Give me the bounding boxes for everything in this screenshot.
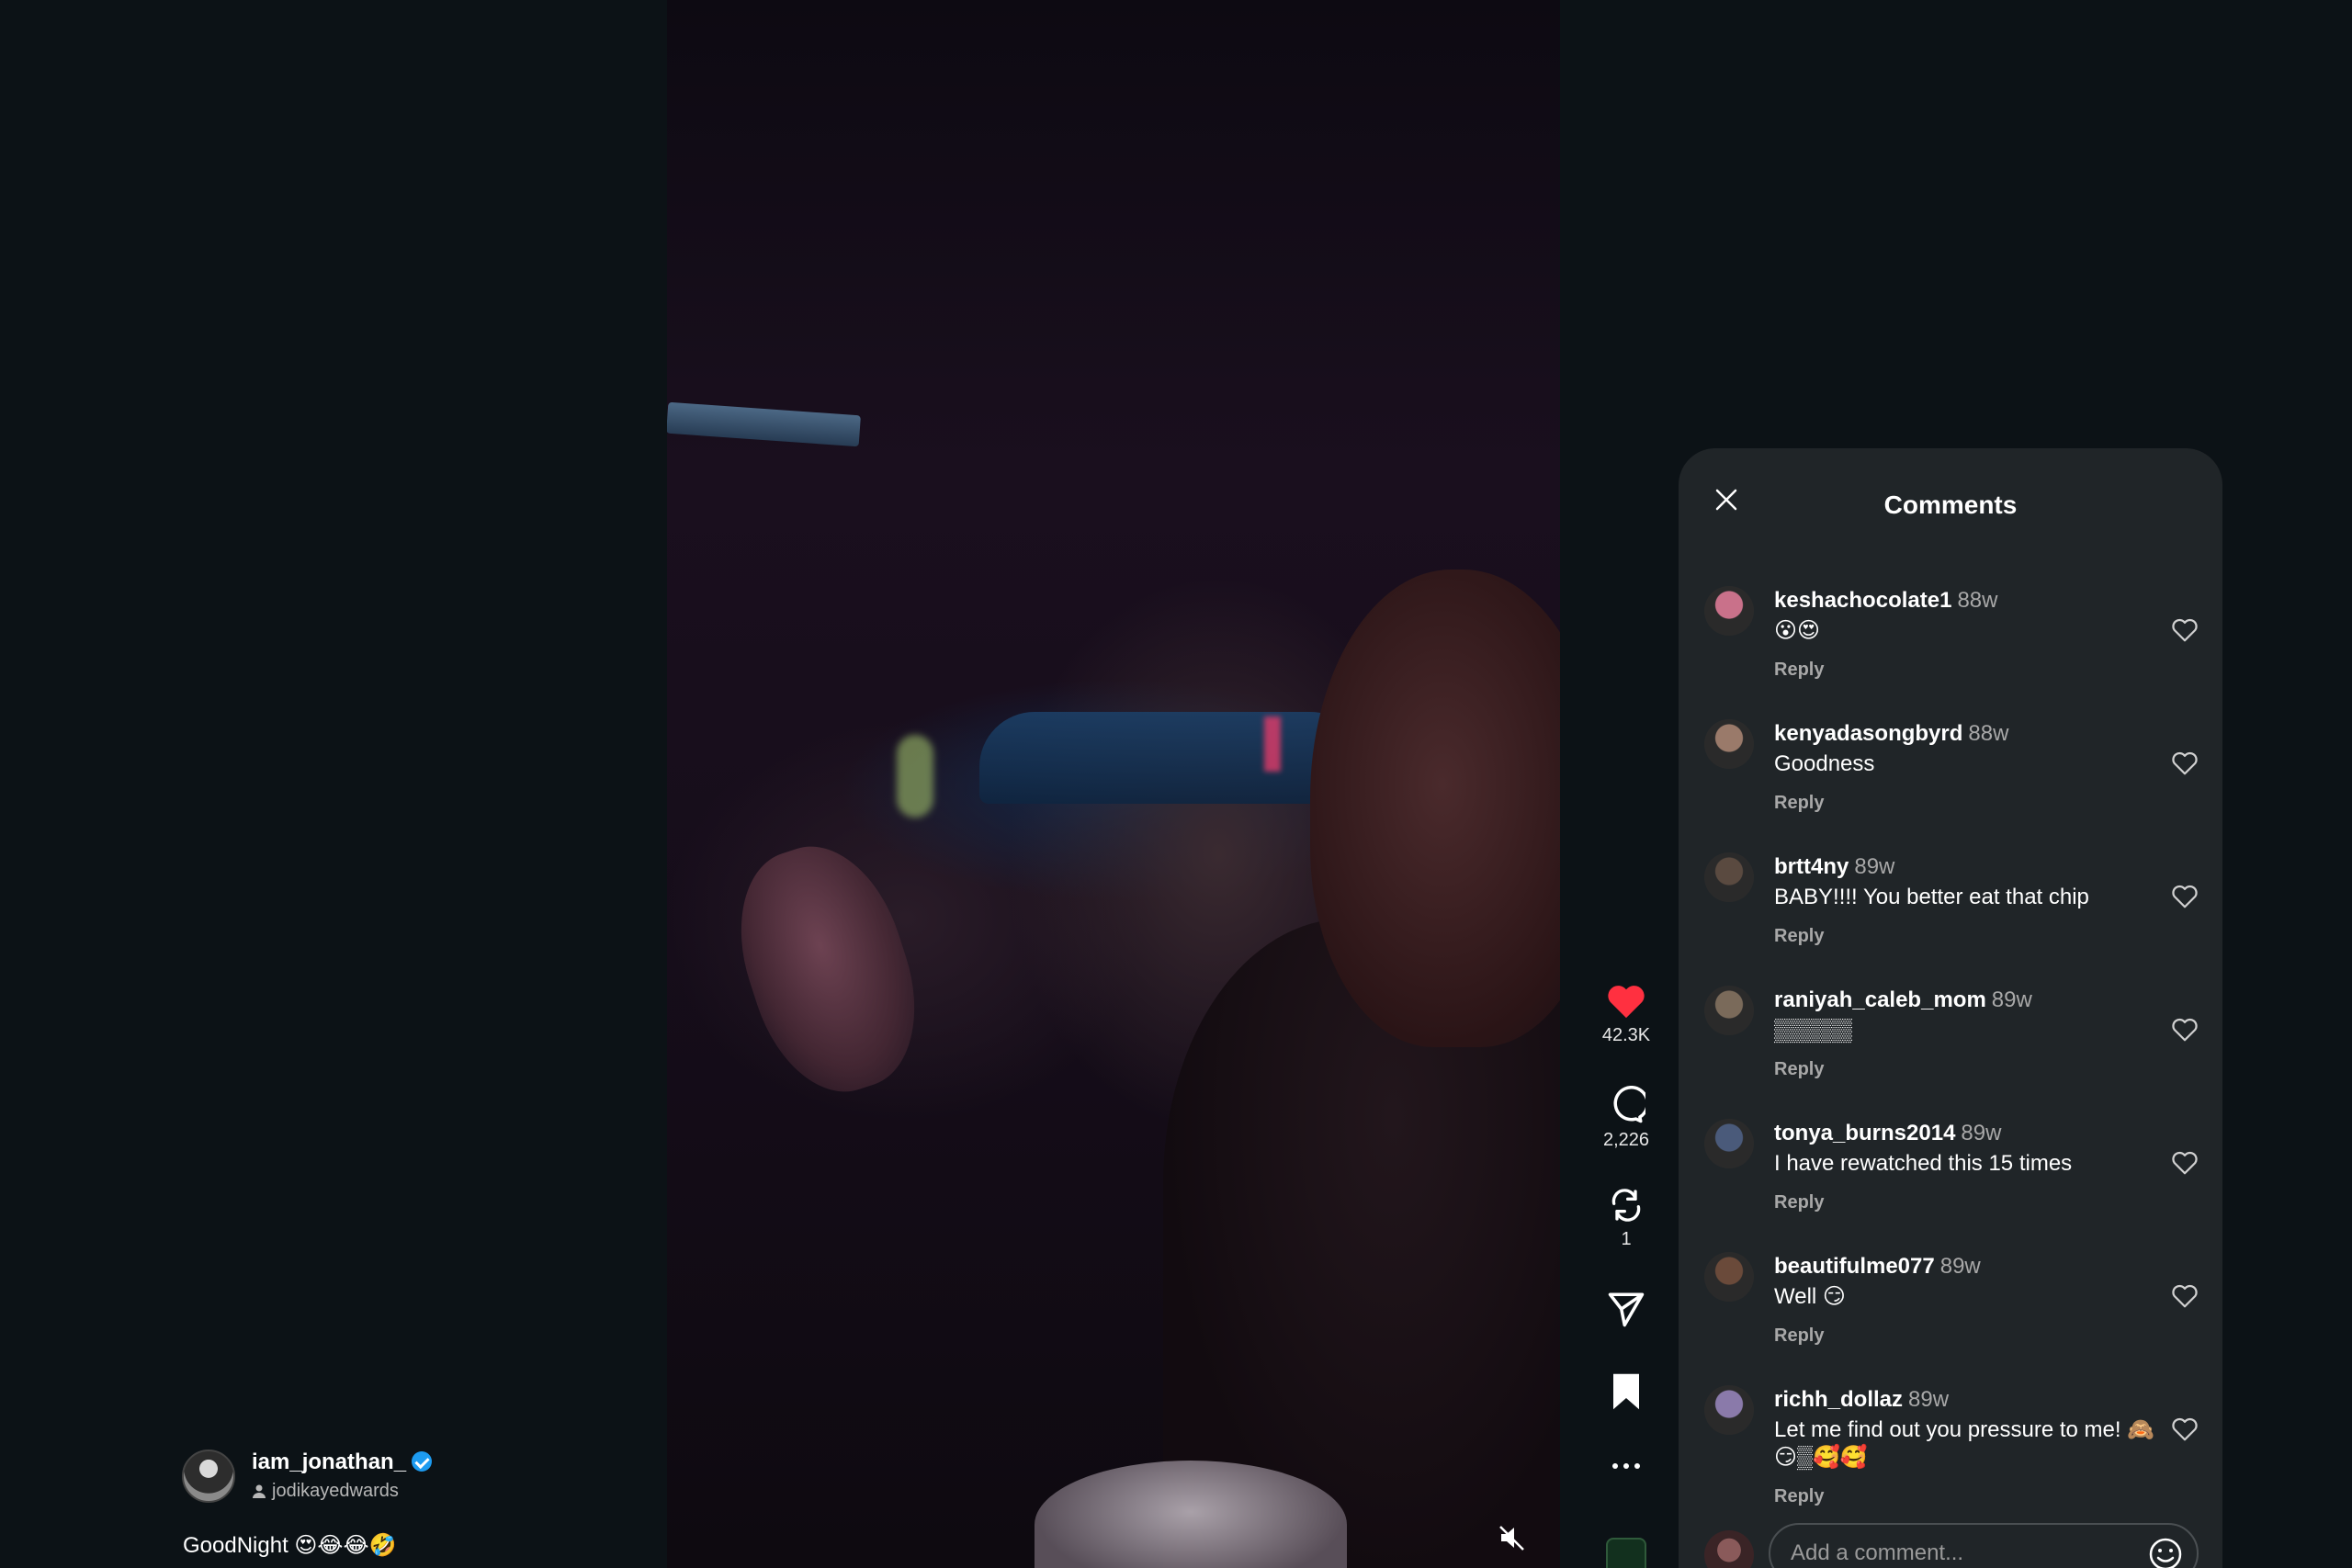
comment-text: ▒▒▒▒▒ xyxy=(1774,1018,1853,1043)
comment-text: 😮😍 xyxy=(1774,618,1821,643)
like-count: 42.3K xyxy=(1601,1025,1651,1045)
reply-button[interactable]: Reply xyxy=(1774,793,2160,814)
comment-input[interactable] xyxy=(1769,1523,2199,1568)
comments-panel: Comments keshachocolate1 88w 😮😍 Reply kenyad… xyxy=(1679,448,2222,1568)
heart-outline-icon[interactable] xyxy=(2171,1283,2199,1309)
comment-body: richh_dollaz 89w Let me find out you press… xyxy=(1774,1387,2160,1507)
bookmark-filled-icon xyxy=(1613,1373,1639,1410)
more-dots-icon xyxy=(1612,1463,1640,1469)
reply-button[interactable]: Reply xyxy=(1774,660,2160,681)
commenter-username[interactable]: kenyadasongbyrd xyxy=(1774,721,1962,746)
heart-outline-icon[interactable] xyxy=(2171,884,2199,909)
commenter-username[interactable]: raniyah_caleb_mom xyxy=(1774,987,1986,1012)
commenter-avatar[interactable] xyxy=(1704,986,1754,1035)
commenter-username[interactable]: richh_dollaz xyxy=(1774,1387,1903,1412)
comment-body: tonya_burns2014 89w I have rewatched this … xyxy=(1774,1121,2160,1213)
comment-text: Goodness xyxy=(1774,751,1875,776)
reply-button[interactable]: Reply xyxy=(1774,926,2160,947)
comment-body: beautifulme077 89w Well 😏 Reply xyxy=(1774,1254,2160,1347)
person-icon xyxy=(253,1484,266,1498)
comment-text: BABY!!!! You better eat that chip xyxy=(1774,885,2089,909)
author-username-row[interactable]: iam_jonathan_ xyxy=(252,1450,433,1475)
share-button[interactable] xyxy=(1589,1290,1663,1328)
comments-list[interactable]: keshachocolate1 88w 😮😍 Reply kenyadasongbyrd… xyxy=(1679,586,2222,1518)
emoji-icon[interactable] xyxy=(2147,1536,2184,1568)
reply-button[interactable]: Reply xyxy=(1774,1486,2160,1507)
comment-timestamp: 89w xyxy=(1939,1254,1981,1279)
current-user-avatar xyxy=(1704,1530,1754,1568)
heart-outline-icon[interactable] xyxy=(2171,1150,2199,1176)
comment-timestamp: 89w xyxy=(1854,854,1895,879)
heart-filled-icon xyxy=(1608,986,1645,1019)
author-info: iam_jonathan_ jodikayedwards xyxy=(182,1450,433,1503)
reply-button[interactable]: Reply xyxy=(1774,1059,2160,1080)
comments-header: Comments xyxy=(1679,448,2222,540)
comment-item: kenyadasongbyrd 88w Goodness Reply xyxy=(1679,719,2222,852)
comment-body: kenyadasongbyrd 88w Goodness Reply xyxy=(1774,721,2160,814)
save-button[interactable] xyxy=(1589,1372,1663,1411)
comment-input-row xyxy=(1679,1514,2222,1568)
commenter-avatar[interactable] xyxy=(1704,1252,1754,1302)
comment-timestamp: 88w xyxy=(1957,588,1998,613)
video-player[interactable] xyxy=(667,0,1560,1568)
commenter-username[interactable]: beautifulme077 xyxy=(1774,1254,1935,1279)
repost-count: 1 xyxy=(1621,1229,1632,1249)
heart-outline-icon[interactable] xyxy=(2171,1017,2199,1043)
comments-title: Comments xyxy=(1883,491,2018,519)
collaborator-username[interactable]: jodikayedwards xyxy=(272,1481,399,1501)
comment-item: beautifulme077 89w Well 😏 Reply xyxy=(1679,1252,2222,1385)
comment-button[interactable]: 2,226 xyxy=(1589,1086,1663,1151)
commenter-username[interactable]: tonya_burns2014 xyxy=(1774,1121,1955,1145)
comment-timestamp: 89w xyxy=(1991,987,2032,1012)
paper-plane-icon xyxy=(1608,1292,1645,1327)
collaborator-row[interactable]: jodikayedwards xyxy=(252,1481,399,1502)
verified-badge-icon xyxy=(412,1451,433,1472)
comment-text: I have rewatched this 15 times xyxy=(1774,1151,2073,1176)
comment-timestamp: 88w xyxy=(1968,721,2009,746)
like-button[interactable]: 42.3K xyxy=(1589,983,1663,1046)
comment-body: keshachocolate1 88w 😮😍 Reply xyxy=(1774,588,2160,681)
comment-item: keshachocolate1 88w 😮😍 Reply xyxy=(1679,586,2222,719)
audio-button[interactable] xyxy=(1589,1538,1663,1568)
heart-outline-icon[interactable] xyxy=(2171,750,2199,776)
comment-item: richh_dollaz 89w Let me find out you press… xyxy=(1679,1385,2222,1518)
commenter-username[interactable]: keshachocolate1 xyxy=(1774,588,1951,613)
comment-item: raniyah_caleb_mom 89w ▒▒▒▒▒ Reply xyxy=(1679,986,2222,1119)
comment-text: Well 😏 xyxy=(1774,1284,1846,1309)
reply-button[interactable]: Reply xyxy=(1774,1325,2160,1347)
comment-bubble-icon xyxy=(1613,1086,1645,1123)
repost-button[interactable]: 1 xyxy=(1589,1187,1663,1250)
comment-timestamp: 89w xyxy=(1908,1387,1950,1412)
commenter-avatar[interactable] xyxy=(1704,1385,1754,1435)
repost-icon xyxy=(1611,1189,1641,1222)
commenter-avatar[interactable] xyxy=(1704,1119,1754,1168)
comment-text: Let me find out you pressure to me! 🙈😏▒🥰… xyxy=(1774,1417,2155,1470)
comment-item: brtt4ny 89w BABY!!!! You better eat that c… xyxy=(1679,852,2222,986)
audio-thumbnail xyxy=(1606,1538,1646,1568)
comment-count: 2,226 xyxy=(1602,1130,1650,1150)
commenter-avatar[interactable] xyxy=(1704,719,1754,769)
muted-speaker-icon[interactable] xyxy=(1498,1523,1527,1552)
more-options-button[interactable] xyxy=(1589,1461,1663,1472)
app-root: 42.3K 2,226 1 iam_jonathan_ jodikayedwar… xyxy=(0,0,2352,1568)
comment-item: tonya_burns2014 89w I have rewatched this … xyxy=(1679,1119,2222,1252)
commenter-avatar[interactable] xyxy=(1704,852,1754,902)
comment-timestamp: 89w xyxy=(1961,1121,2002,1145)
heart-outline-icon[interactable] xyxy=(2171,1416,2199,1442)
commenter-avatar[interactable] xyxy=(1704,586,1754,636)
commenter-username[interactable]: brtt4ny xyxy=(1774,854,1849,879)
author-avatar[interactable] xyxy=(182,1450,235,1503)
video-caption: GoodNight 😍😂😂🤣 xyxy=(183,1533,397,1558)
comment-body: raniyah_caleb_mom 89w ▒▒▒▒▒ Reply xyxy=(1774,987,2160,1080)
heart-outline-icon[interactable] xyxy=(2171,617,2199,643)
reply-button[interactable]: Reply xyxy=(1774,1192,2160,1213)
comment-body: brtt4ny 89w BABY!!!! You better eat that c… xyxy=(1774,854,2160,947)
author-username[interactable]: iam_jonathan_ xyxy=(252,1450,406,1474)
